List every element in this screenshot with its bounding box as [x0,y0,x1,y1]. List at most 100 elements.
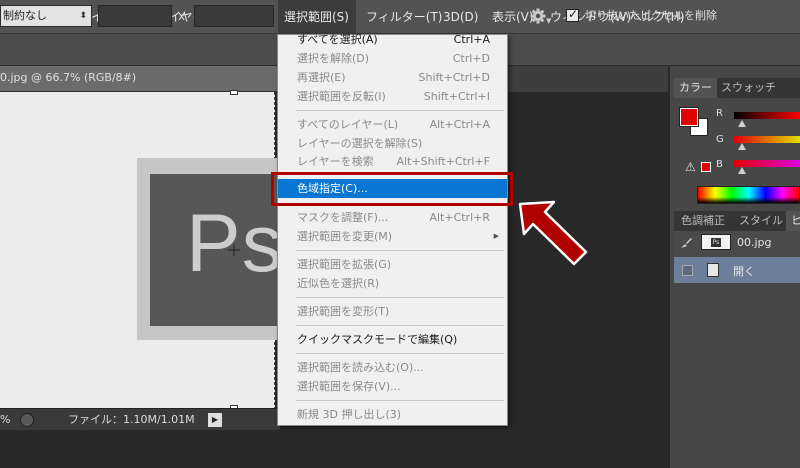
checkmark-icon: ✓ [568,7,579,21]
height-field[interactable] [194,5,274,27]
menu-item-label: 選択範囲を読み込む(O)... [297,361,424,374]
menu-item-shortcut: Alt+Ctrl+A [429,118,490,131]
menu-separator [296,297,504,298]
menu-separator [296,325,504,326]
snapshot-thumbnail: Ps [701,234,731,250]
caret-down-icon[interactable]: ▼ [546,17,551,25]
submenu-arrow-icon: ▶ [493,232,499,240]
menu-item-shortcut: Shift+Ctrl+D [418,71,490,84]
blue-slider[interactable] [734,160,800,167]
gamut-swatch[interactable] [701,162,711,172]
menu-separator [296,250,504,251]
menu-item-label: すべてのレイヤー(L) [297,118,399,131]
menu-item-save-selection[interactable]: 選択範囲を保存(V)... [278,377,507,396]
file-size-info: ファイル：1.10M/1.01M [68,413,195,426]
red-slider-thumb[interactable] [738,120,746,127]
snapshot-thumb-logo: Ps [711,238,721,247]
tab-bar-empty [508,66,668,92]
zoom-value[interactable]: % [0,409,10,431]
channel-b-label: B [716,159,723,170]
style-select-value: 制約なし [3,9,47,22]
gamut-warning-icon[interactable]: ⚠ [685,160,696,174]
menu-item-label: 選択範囲を反転(I) [297,90,386,103]
menu-item-shortcut: Alt+Ctrl+R [429,211,490,224]
menu-item-all-layers[interactable]: すべてのレイヤー(L) Alt+Ctrl+A [278,115,507,134]
history-source-checkbox[interactable] [682,265,693,276]
menu-item-similar[interactable]: 近似色を選択(R) [278,274,507,293]
status-menu-arrow-icon[interactable]: ▶ [208,413,222,427]
menu-item-label: 選択を解除(D) [297,52,370,65]
document-icon [707,263,719,277]
menu-item-label: 近似色を選択(R) [297,277,380,290]
annotation-arrow-icon [518,200,588,266]
status-bar: % ファイル：1.10M/1.01M ▶ [0,408,280,430]
history-brush-icon[interactable] [679,236,693,250]
document-tab[interactable]: 0.jpg @ 66.7% (RGB/8#) [0,66,280,92]
menu-item-shortcut: Shift+Ctrl+I [423,90,490,103]
menu-separator [296,110,504,111]
crosshair-cursor-icon [228,244,240,256]
menu-item-select-all[interactable]: すべてを選択(A) Ctrl+A [278,30,507,49]
red-slider[interactable] [734,112,800,119]
menu-item-find-layers[interactable]: レイヤーを検索 Alt+Shift+Ctrl+F [278,152,507,171]
menu-item-deselect[interactable]: 選択を解除(D) Ctrl+D [278,49,507,68]
menu-select[interactable]: 選択範囲(S) [278,0,356,34]
menu-item-inverse[interactable]: 選択範囲を反転(I) Shift+Ctrl+I [278,87,507,106]
x-label: x [178,9,186,23]
channel-g-label: G [716,134,724,145]
menu-item-shortcut: Ctrl+A [453,33,490,46]
menu-item-grow[interactable]: 選択範囲を拡張(G) [278,255,507,274]
snapshot-name: 00.jpg [737,236,772,249]
menu-item-label: 選択範囲を変更(M) [297,230,393,243]
channel-r-label: R [716,108,723,119]
gear-icon[interactable] [530,8,546,24]
menu-item-label: レイヤーを検索 [297,155,374,168]
delete-cropped-label: 切り抜いたピクセルを削除 [585,9,717,22]
menu-item-label: 選択範囲を拡張(G) [297,258,392,271]
color-panel-tabs: カラー スウォッチ [674,78,800,98]
menu-separator [296,400,504,401]
history-step-name: 開く [733,265,755,278]
document-title: 0.jpg @ 66.7% (RGB/8#) [0,71,137,84]
menu-item-shortcut: Ctrl+D [452,52,490,65]
foreground-color-swatch[interactable] [680,108,698,126]
menu-item-reselect[interactable]: 再選択(E) Shift+Ctrl+D [278,68,507,87]
menu-item-label: 選択範囲を保存(V)... [297,380,401,393]
color-spectrum[interactable] [697,186,800,204]
menu-item-quick-mask[interactable]: クイックマスクモードで編集(Q) [278,330,507,349]
annotation-highlight-box [271,172,513,206]
menu-item-label: 再選択(E) [297,71,346,84]
menu-item-modify[interactable]: 選択範囲を変更(M) ▶ [278,227,507,246]
menu-item-deselect-layers[interactable]: レイヤーの選択を解除(S) [278,134,507,153]
green-slider[interactable] [734,136,800,143]
menu-item-label: レイヤーの選択を解除(S) [297,137,423,150]
status-info-icon[interactable] [20,413,34,427]
menu-item-refine-mask[interactable]: マスクを調整(F)... Alt+Ctrl+R [278,208,507,227]
menu-item-label: クイックマスクモードで編集(Q) [297,333,458,346]
menu-item-load-selection[interactable]: 選択範囲を読み込む(O)... [278,358,507,377]
width-field[interactable] [98,5,172,27]
menu-item-new-3d-extrusion[interactable]: 新規 3D 押し出し(3) [278,405,507,424]
menu-view[interactable]: 表示(V) [492,0,534,34]
tab-styles[interactable]: スタイル [734,211,788,231]
blue-slider-thumb[interactable] [738,167,746,174]
menu-item-label: 新規 3D 押し出し(3) [297,408,402,421]
style-select[interactable]: 制約なし ⬍ [0,5,92,27]
menu-filter[interactable]: フィルター(T) [366,0,442,34]
updown-arrow-icon: ⬍ [79,11,87,21]
tab-history[interactable]: ヒ [786,211,800,231]
tab-color[interactable]: カラー [674,78,717,98]
tab-adjustments[interactable]: 色調補正 [676,211,730,231]
menu-item-label: すべてを選択(A) [297,33,378,46]
adjustments-panel-tabs: 色調補正 スタイル ヒ [674,211,800,231]
transform-handle[interactable] [230,90,238,95]
delete-cropped-checkbox[interactable]: ✓ [566,7,579,22]
menu-item-transform-selection[interactable]: 選択範囲を変形(T) [278,302,507,321]
menu-item-label: 選択範囲を変形(T) [297,305,390,318]
tab-swatches[interactable]: スウォッチ [716,78,781,98]
menu-separator [296,353,504,354]
menu-item-shortcut: Alt+Shift+Ctrl+F [396,155,490,168]
menu-item-label: マスクを調整(F)... [297,211,389,224]
menu-3d[interactable]: 3D(D) [443,0,478,34]
green-slider-thumb[interactable] [738,143,746,150]
